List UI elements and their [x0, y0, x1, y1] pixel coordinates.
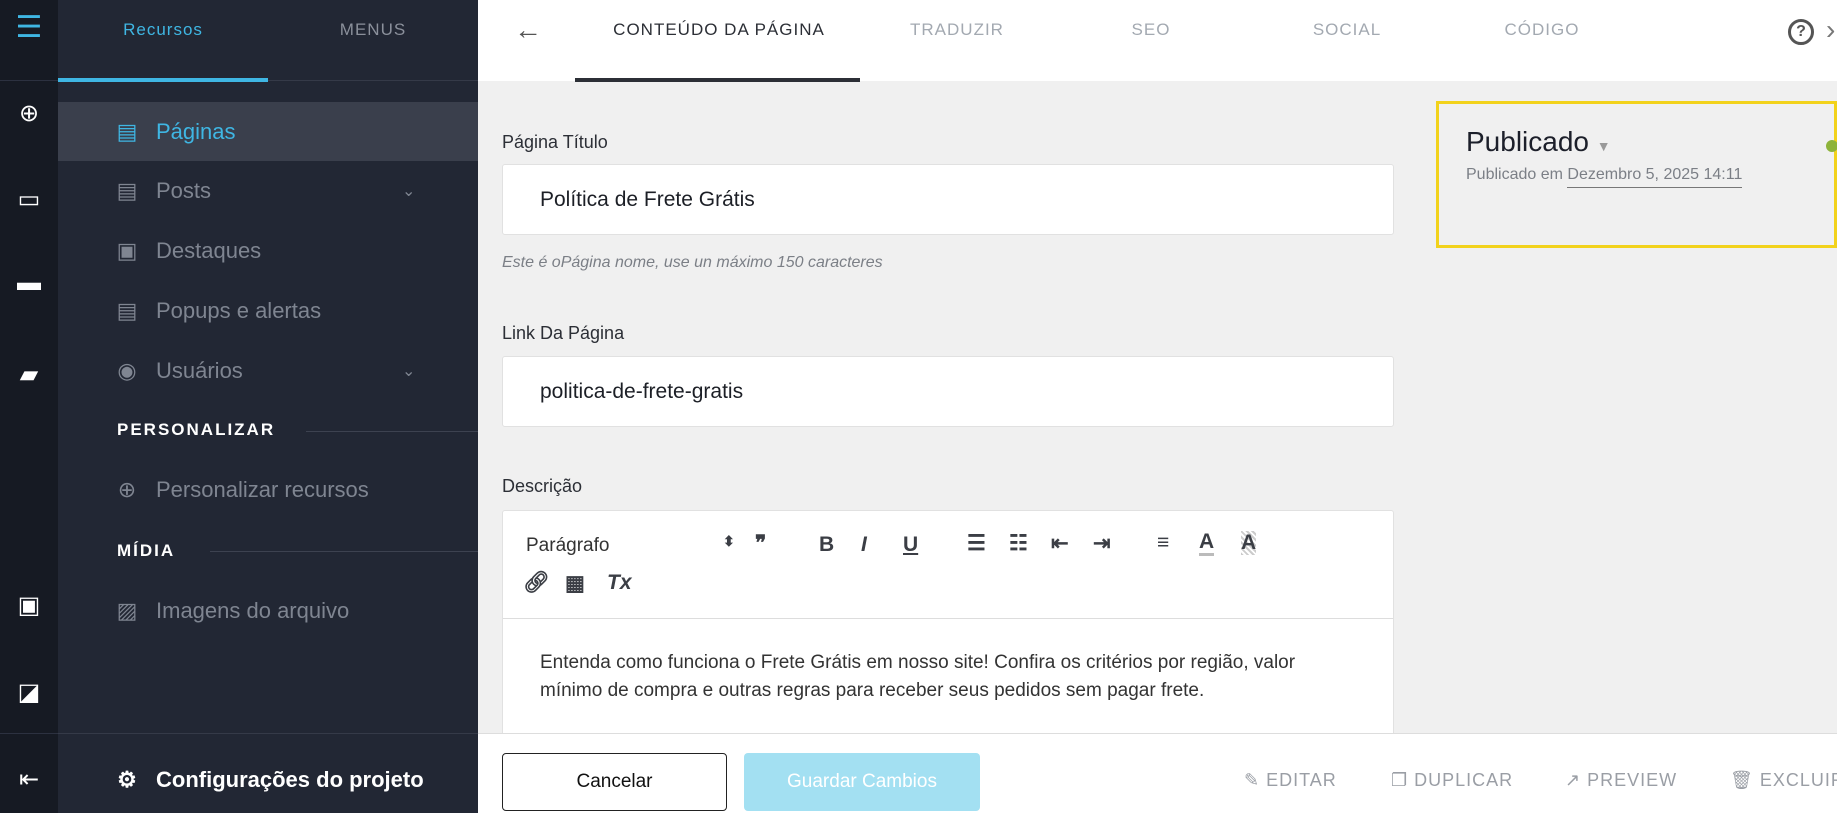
edit-icon: ✎ [1244, 770, 1261, 790]
title-label: Página Título [502, 132, 608, 152]
tab-conteudo[interactable]: CONTEÚDO DA PÁGINA [613, 0, 825, 81]
select-arrows-icon[interactable]: ⬍ [723, 533, 735, 550]
sidebar-item-imagens[interactable]: ▨ Imagens do arquivo [58, 581, 478, 640]
clear-format-icon[interactable]: Tx [607, 571, 632, 595]
exit-icon[interactable]: ⇤ [0, 765, 58, 795]
help-icon[interactable]: ? [1788, 19, 1814, 45]
user-icon: ◉ [117, 357, 137, 383]
edit-action[interactable]: ✎ EDITAR [1244, 770, 1337, 791]
monitor-icon[interactable]: ▣ [0, 591, 58, 621]
italic-icon[interactable]: I [861, 533, 867, 557]
status-panel: Publicado ▼ Publicado em Dezembro 5, 202… [1436, 101, 1837, 248]
tab-codigo[interactable]: CÓDIGO [1505, 0, 1580, 81]
link-input[interactable]: politica-de-frete-gratis [502, 356, 1394, 427]
tablet-icon: ▣ [116, 237, 138, 263]
menu-icon[interactable]: ☰ [0, 8, 58, 68]
cancel-button[interactable]: Cancelar [502, 753, 727, 811]
caret-down-icon: ▼ [1596, 138, 1611, 154]
sidebar-item-personalizar-recursos[interactable]: ⊕ Personalizar recursos [58, 460, 478, 519]
description-text[interactable]: Entenda como funciona o Frete Grátis em … [540, 649, 1340, 705]
bottom-bar: Cancelar Guardar Cambios ✎ EDITAR ❐ DUPL… [478, 733, 1837, 813]
title-input[interactable]: Política de Frete Grátis [502, 164, 1394, 235]
indent-icon[interactable]: ⇥ [1093, 531, 1111, 556]
bold-icon[interactable]: B [819, 533, 834, 557]
sidebar-item-paginas[interactable]: ▤ Páginas [58, 102, 478, 161]
status-dropdown[interactable]: Publicado ▼ [1466, 126, 1611, 158]
project-settings[interactable]: ⚙ Configurações do projeto [58, 750, 478, 809]
text-color-icon[interactable]: A [1199, 531, 1215, 556]
section-midia: MÍDIA [117, 541, 176, 560]
popup-icon: ▤ [116, 297, 138, 323]
trash-icon: 🗑︎ [1730, 770, 1754, 790]
copy-icon: ❐ [1391, 770, 1409, 790]
board-icon[interactable]: ▬ [0, 268, 58, 298]
preview-action[interactable]: ↗ PREVIEW [1565, 770, 1677, 791]
gear-icon: ⚙ [117, 766, 137, 792]
outdent-icon[interactable]: ⇤ [1051, 531, 1069, 556]
external-link-icon: ↗ [1565, 770, 1582, 790]
back-arrow-icon[interactable]: ← [514, 14, 542, 46]
link-icon[interactable]: 🔗︎ [523, 571, 550, 595]
close-icon[interactable]: › [1826, 14, 1835, 46]
icon-bar: ☰ ⊕ ▭ ▬ ▰ ▣ ◪ ⇤ [0, 0, 58, 813]
divider [306, 431, 478, 432]
bullet-list-icon[interactable]: ☰ [967, 531, 986, 556]
save-button[interactable]: Guardar Cambios [744, 753, 980, 811]
divider [210, 551, 478, 552]
format-select[interactable]: Parágrafo [526, 535, 609, 557]
published-date[interactable]: Dezembro 5, 2025 14:11 [1567, 166, 1743, 188]
active-tab-indicator [575, 78, 860, 82]
link-label: Link Da Página [502, 323, 625, 343]
sidebar-item-popups[interactable]: ▤ Popups e alertas [58, 281, 478, 340]
published-info: Publicado em Dezembro 5, 2025 14:11 [1466, 166, 1743, 188]
duplicate-action[interactable]: ❐ DUPLICAR [1391, 770, 1513, 791]
tab-traduzir[interactable]: TRADUZIR [910, 0, 1004, 81]
align-icon[interactable]: ≡ [1157, 531, 1169, 555]
header: ← CONTEÚDO DA PÁGINA TRADUZIR SEO SOCIAL… [478, 0, 1837, 82]
sidebar-item-destaques[interactable]: ▣ Destaques [58, 221, 478, 280]
sidebar: Recursos MENUS ▤ Páginas ▤ Posts ⌄ ▣ Destaqu… [58, 0, 478, 813]
quote-icon[interactable]: ❞ [755, 531, 766, 556]
status-dot [1826, 140, 1837, 152]
images-icon: ▨ [116, 597, 138, 623]
add-circle-icon[interactable]: ⊕ [0, 99, 58, 129]
chevron-down-icon: ⌄ [402, 362, 416, 380]
section-personalizar: PERSONALIZAR [117, 420, 276, 439]
add-circle-icon: ⊕ [117, 476, 137, 502]
tab-menus[interactable]: MENUS [268, 0, 478, 81]
chevron-down-icon: ⌄ [402, 182, 416, 200]
active-tab-indicator [58, 78, 268, 82]
sidebar-item-usuarios[interactable]: ◉ Usuários ⌄ [58, 341, 478, 400]
description-label: Descrição [502, 476, 583, 496]
background-color-icon[interactable]: A [1241, 531, 1257, 555]
window-icon[interactable]: ▭ [0, 185, 58, 215]
tab-recursos[interactable]: Recursos [58, 0, 268, 81]
tab-seo[interactable]: SEO [1132, 0, 1171, 81]
post-icon: ▤ [116, 177, 138, 203]
title-hint: Este é oPágina nome, use un máximo 150 c… [502, 254, 883, 271]
note-icon[interactable]: ◪ [0, 678, 58, 708]
rich-text-editor: Parágrafo ⬍ ❞ B I U ☰ ☷ ⇤ ⇥ ≡ A A 🔗︎ ▦ T… [502, 510, 1394, 750]
numbered-list-icon[interactable]: ☷ [1009, 531, 1028, 556]
page-icon: ▤ [116, 118, 138, 144]
sidebar-item-posts[interactable]: ▤ Posts ⌄ [58, 161, 478, 220]
underline-icon[interactable]: U [903, 533, 918, 557]
tab-social[interactable]: SOCIAL [1313, 0, 1381, 81]
delete-action[interactable]: 🗑︎ EXCLUIR [1730, 770, 1837, 791]
video-icon[interactable]: ▦ [565, 571, 585, 596]
chat-icon[interactable]: ▰ [0, 360, 58, 390]
